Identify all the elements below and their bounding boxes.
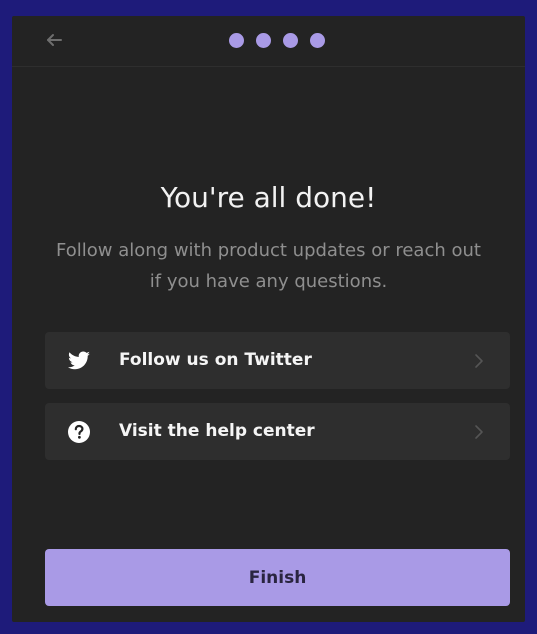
progress-dot-4 <box>310 33 325 48</box>
page-title: You're all done! <box>160 181 377 214</box>
help-center-label: Visit the help center <box>119 421 315 441</box>
finish-button[interactable]: Finish <box>45 549 510 606</box>
top-bar <box>12 16 525 67</box>
chevron-right-icon <box>472 424 486 440</box>
progress-dot-3 <box>283 33 298 48</box>
onboarding-dialog: You're all done! Follow along with produ… <box>12 16 525 622</box>
progress-dot-1 <box>229 33 244 48</box>
chevron-right-icon <box>472 353 486 369</box>
help-center-button[interactable]: Visit the help center <box>45 403 510 460</box>
follow-twitter-label: Follow us on Twitter <box>119 350 312 370</box>
progress-dots <box>229 33 325 48</box>
arrow-left-icon <box>47 34 62 46</box>
twitter-icon <box>67 349 91 373</box>
question-circle-icon <box>67 420 91 444</box>
follow-twitter-button[interactable]: Follow us on Twitter <box>45 332 510 389</box>
back-button[interactable] <box>42 28 66 52</box>
progress-dot-2 <box>256 33 271 48</box>
page-subtitle: Follow along with product updates or rea… <box>56 240 481 292</box>
